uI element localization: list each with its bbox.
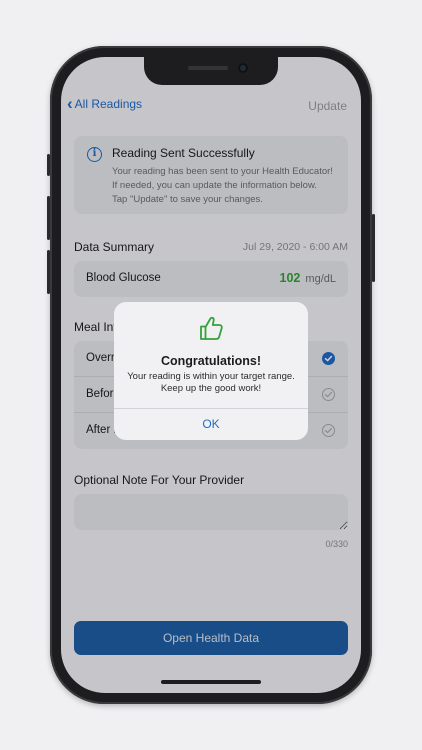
ok-button[interactable]: OK [114, 408, 308, 440]
alert-message: Your reading is within your target range… [122, 371, 300, 395]
alert-message-line: Keep up the good work! [160, 383, 262, 394]
volume-down-button [47, 250, 50, 294]
screen: ‹ All Readings Update i Reading Sent Suc… [61, 57, 361, 693]
congratulations-alert: Congratulations! Your reading is within … [114, 302, 308, 440]
phone-frame: ‹ All Readings Update i Reading Sent Suc… [47, 46, 375, 704]
power-button [372, 214, 375, 282]
alert-message-line: Your reading is within your target range… [127, 371, 295, 382]
mute-switch [47, 154, 50, 176]
alert-title: Congratulations! [161, 354, 261, 368]
thumbs-up-icon [200, 316, 223, 340]
volume-up-button [47, 196, 50, 240]
speaker [188, 66, 228, 70]
front-camera [238, 63, 248, 73]
home-indicator[interactable] [161, 680, 261, 684]
notch [144, 57, 278, 85]
